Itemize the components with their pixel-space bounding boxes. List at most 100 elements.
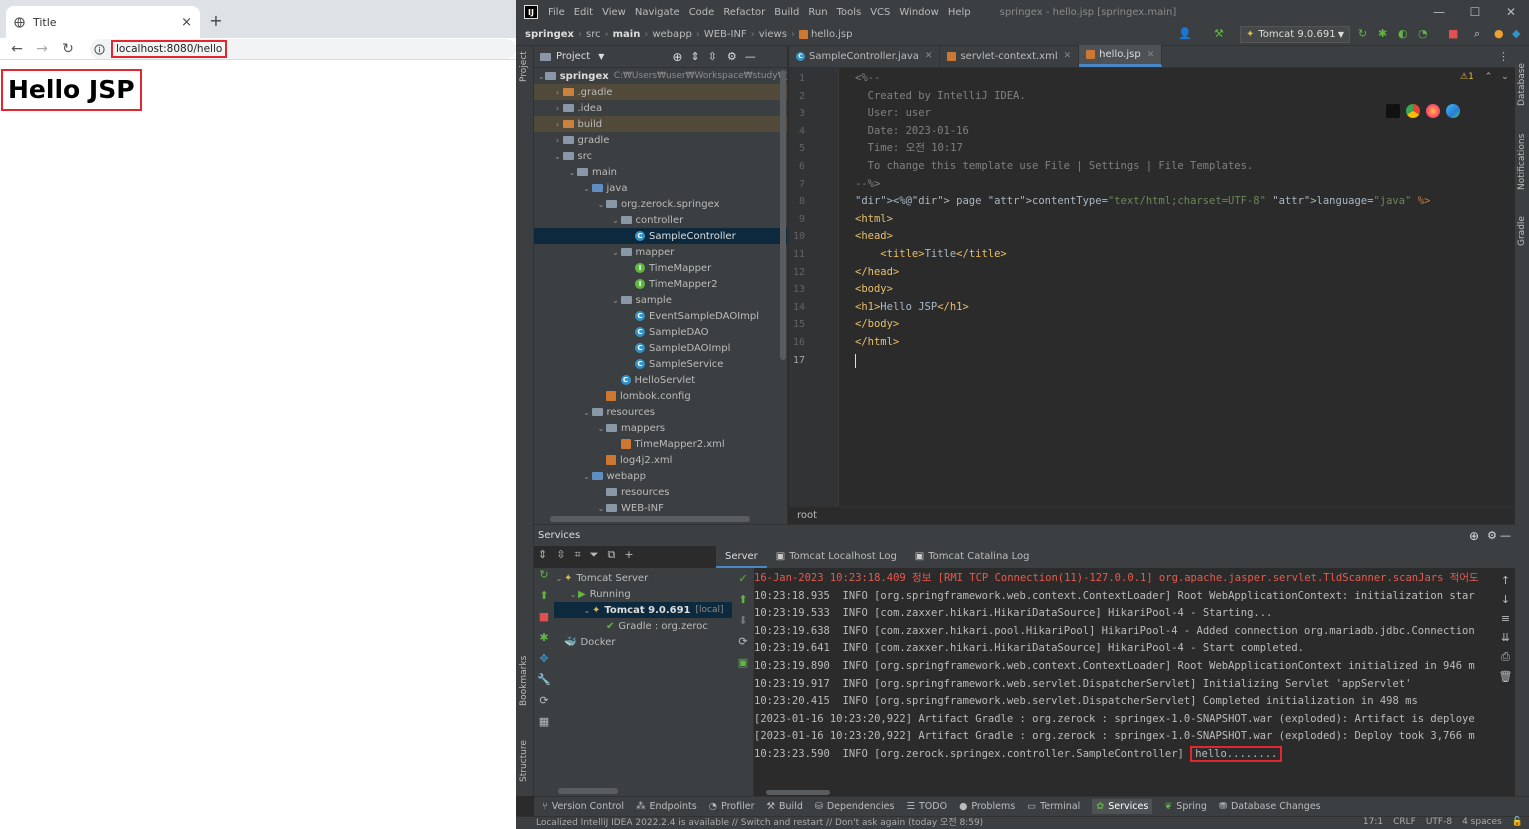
code-line[interactable]: <%--: [855, 70, 880, 88]
chevron-down-icon[interactable]: ⌄: [582, 606, 592, 615]
code-line[interactable]: "dir"><%@"dir"> page "attr">contentType=…: [855, 193, 1430, 211]
minimize-icon[interactable]: —: [1421, 0, 1457, 24]
filter-icon[interactable]: ⏷: [590, 548, 599, 562]
back-arrow-icon[interactable]: ←: [8, 40, 26, 58]
tool-window-button[interactable]: ⑂ Version Control: [542, 801, 624, 812]
intellij-browser-icon[interactable]: [1386, 104, 1400, 118]
expand-all-icon[interactable]: ⇕: [538, 548, 547, 562]
code-line[interactable]: <head>: [855, 228, 893, 246]
breadcrumb-item[interactable]: main: [613, 29, 641, 40]
chevron-up-icon[interactable]: ⌃: [1485, 72, 1493, 82]
project-tree-item[interactable]: ⌄ java: [534, 180, 787, 196]
project-tree-item[interactable]: › .idea: [534, 100, 787, 116]
code-line[interactable]: <h1>Hello JSP</h1>: [855, 299, 969, 317]
tool-window-button[interactable]: ⛁ Dependencies: [815, 801, 895, 812]
coverage-icon[interactable]: ◐: [1398, 27, 1408, 40]
chevron-down-icon[interactable]: ⌄: [553, 152, 563, 161]
deploy-all-icon[interactable]: ⬆: [738, 593, 747, 606]
tool-window-button[interactable]: ▭ Terminal: [1027, 801, 1080, 812]
project-tree-item[interactable]: ⌄ org.zerock.springex: [534, 196, 787, 212]
lock-icon[interactable]: 🔓: [1512, 816, 1523, 829]
chevron-down-icon[interactable]: ⌄: [554, 574, 564, 583]
tool-window-button[interactable]: ☰ TODO: [906, 801, 947, 812]
code-line[interactable]: Created by IntelliJ IDEA.: [855, 88, 1026, 106]
project-tree-item[interactable]: › gradle: [534, 132, 787, 148]
hide-panel-icon[interactable]: —: [745, 50, 756, 63]
undeploy-icon[interactable]: ⬇: [738, 614, 747, 627]
collapse-all-icon[interactable]: ⇳: [556, 548, 565, 562]
browser-open-icon[interactable]: ▣: [738, 656, 748, 669]
breadcrumb-item[interactable]: views: [759, 29, 787, 40]
code-line[interactable]: <title>Title</title>: [855, 246, 1006, 264]
vertical-scrollbar[interactable]: [780, 70, 786, 360]
log-tab[interactable]: ▣ Tomcat Catalina Log: [906, 546, 1039, 568]
breadcrumb-item[interactable]: WEB-INF: [704, 29, 747, 40]
layout-icon[interactable]: ▦: [539, 715, 549, 728]
forward-arrow-icon[interactable]: →: [33, 40, 51, 58]
menu-window[interactable]: Window: [899, 7, 938, 18]
horizontal-scrollbar[interactable]: [558, 788, 618, 794]
chevron-down-icon[interactable]: ⌄: [582, 472, 592, 481]
menu-navigate[interactable]: Navigate: [635, 7, 680, 18]
chevron-down-icon[interactable]: ⌄: [596, 504, 606, 513]
project-tree-item[interactable]: I TimeMapper2: [534, 276, 787, 292]
project-tree-item[interactable]: I TimeMapper: [534, 260, 787, 276]
tool-window-button[interactable]: ✿ Services: [1092, 799, 1153, 814]
collapse-all-icon[interactable]: ⇳: [708, 50, 717, 63]
add-service-icon[interactable]: ⊕: [1469, 525, 1479, 547]
chevron-down-icon[interactable]: ⌄: [538, 72, 545, 81]
server-log-output[interactable]: 16-Jan-2023 10:23:18.409 정보 [RMI TCP Con…: [754, 570, 1496, 788]
expand-all-icon[interactable]: ⇕: [690, 50, 699, 63]
stop-icon[interactable]: ■: [1448, 27, 1458, 40]
debug-bug-icon[interactable]: ✱: [1378, 27, 1387, 40]
search-icon[interactable]: ⌕: [1474, 27, 1480, 41]
close-icon[interactable]: ✕: [1064, 51, 1072, 61]
url-text[interactable]: localhost:8080/hello: [111, 40, 228, 58]
project-tree-item[interactable]: lombok.config: [534, 388, 787, 404]
code-line[interactable]: <body>: [855, 281, 893, 299]
gradle-tool-label[interactable]: Gradle: [1517, 216, 1527, 246]
bookmarks-tool-label[interactable]: Bookmarks: [519, 656, 529, 706]
menu-run[interactable]: Run: [808, 7, 827, 18]
chevron-down-icon[interactable]: ⌄: [611, 296, 621, 305]
deploy-icon[interactable]: ✓: [738, 572, 747, 585]
hide-panel-icon[interactable]: —: [1500, 525, 1511, 547]
project-tree-item[interactable]: C HelloServlet: [534, 372, 787, 388]
project-tree-item[interactable]: C SampleService: [534, 356, 787, 372]
menu-build[interactable]: Build: [774, 7, 799, 18]
menu-code[interactable]: Code: [689, 7, 715, 18]
restart-icon[interactable]: ⟳: [539, 694, 548, 707]
project-tree-item[interactable]: ⌄ springex C:₩Users₩user₩Workspace₩study₩J…: [534, 68, 787, 84]
new-tab-plus-icon[interactable]: +: [206, 10, 226, 30]
gear-icon[interactable]: ⚙: [1487, 525, 1497, 547]
project-tree-item[interactable]: ⌄ WEB-INF: [534, 500, 787, 516]
update-icon[interactable]: ●: [1494, 27, 1504, 40]
reload-icon[interactable]: ↻: [59, 40, 77, 58]
editor-tab[interactable]: servlet-context.xml ✕: [940, 45, 1080, 67]
project-tree-item[interactable]: ⌄ main: [534, 164, 787, 180]
profile-icon[interactable]: ◔: [1418, 27, 1428, 40]
breadcrumb-item[interactable]: springex: [525, 29, 574, 40]
scroll-down-icon[interactable]: ↓: [1501, 593, 1510, 606]
tool-window-button[interactable]: ⛃ Database Changes: [1219, 801, 1321, 812]
info-icon[interactable]: [94, 43, 105, 55]
run-configuration-select[interactable]: ✦ Tomcat 9.0.691 ▼: [1240, 26, 1350, 43]
code-line[interactable]: Time: 오전 10:17: [855, 140, 963, 158]
chevron-down-icon[interactable]: ⌄: [1501, 72, 1509, 82]
browser-tab[interactable]: Title ×: [6, 6, 200, 38]
chevron-down-icon[interactable]: ⌄: [567, 168, 577, 177]
refresh-icon[interactable]: ⟳: [738, 635, 747, 648]
editor-tab[interactable]: hello.jsp ✕: [1079, 45, 1163, 67]
wrench-icon[interactable]: 🔧: [537, 673, 551, 686]
build-hammer-icon[interactable]: ⚒: [1214, 27, 1224, 40]
chevron-right-icon[interactable]: ›: [553, 88, 563, 97]
code-line[interactable]: </body>: [855, 316, 899, 334]
rerun-icon[interactable]: ↻: [539, 568, 548, 581]
database-tool-label[interactable]: Database: [1517, 63, 1527, 106]
more-tabs-icon[interactable]: ⋮: [1492, 50, 1515, 63]
chevron-down-icon[interactable]: ⌄: [568, 590, 578, 599]
chevron-right-icon[interactable]: ›: [553, 104, 563, 113]
maximize-icon[interactable]: ☐: [1457, 0, 1493, 24]
project-tree-item[interactable]: ⌄ mappers: [534, 420, 787, 436]
project-tree-item[interactable]: ⌄ mapper: [534, 244, 787, 260]
